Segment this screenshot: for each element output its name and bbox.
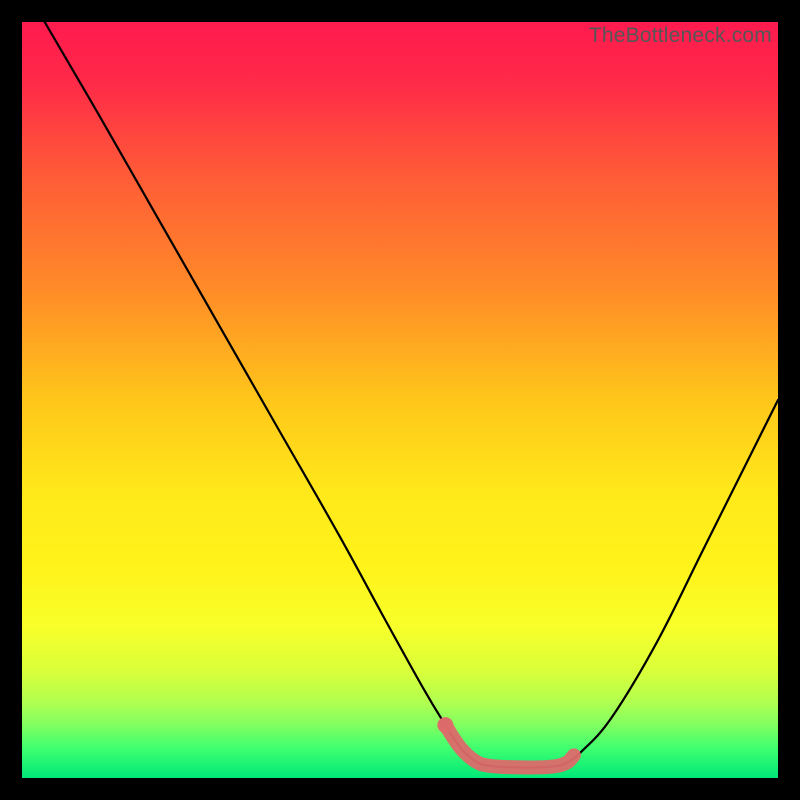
chart-canvas [22, 22, 778, 778]
chart-frame: TheBottleneck.com [22, 22, 778, 778]
gradient-background [22, 22, 778, 778]
optimal-range-marker [437, 717, 453, 733]
watermark-label: TheBottleneck.com [589, 24, 772, 48]
